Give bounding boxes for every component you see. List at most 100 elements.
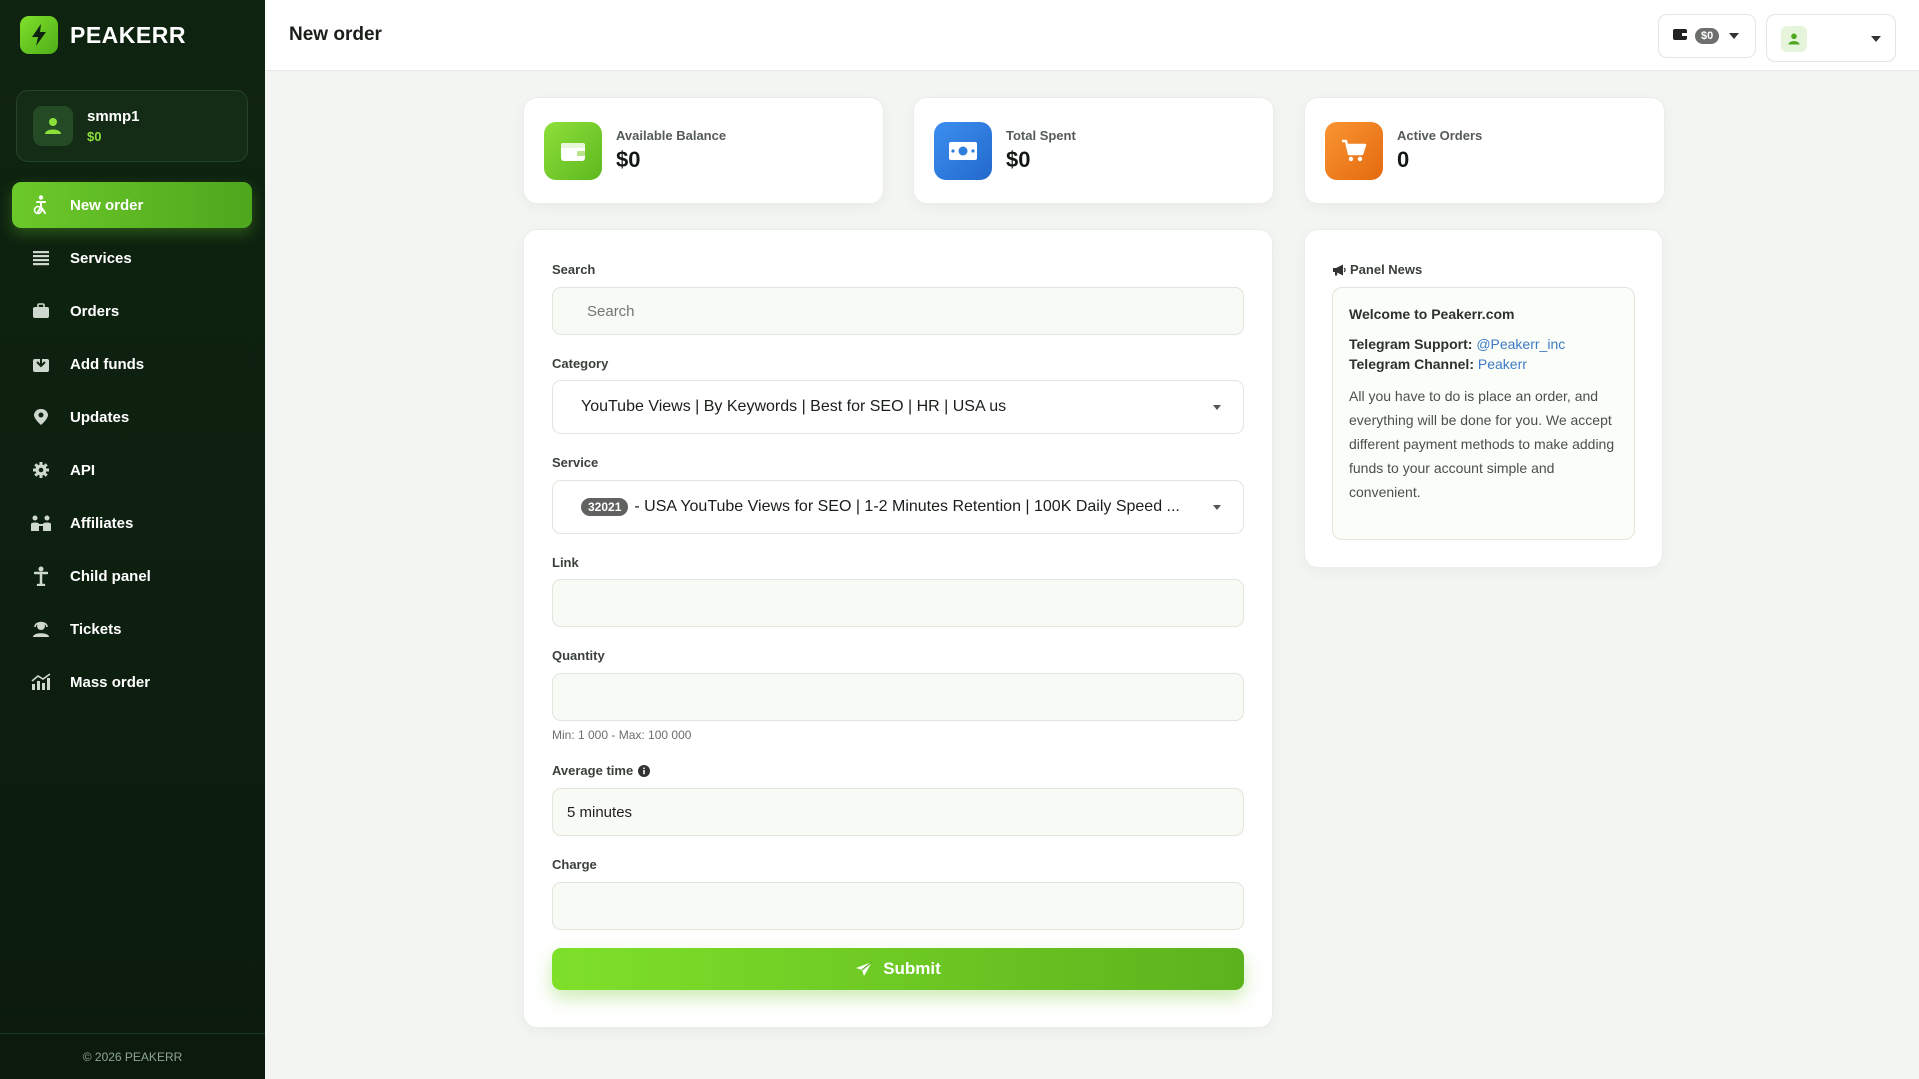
panel-news-title-text: Panel News — [1350, 262, 1423, 277]
telegram-support-line: Telegram Support: @Peakerr_inc — [1349, 336, 1618, 352]
quantity-label: Quantity — [552, 648, 605, 663]
briefcase-icon — [30, 300, 52, 322]
sidebar-item-label: Add funds — [70, 355, 145, 373]
user-balance: $0 — [87, 129, 102, 144]
gear-icon — [30, 459, 52, 481]
stat-value: $0 — [616, 147, 641, 172]
submit-button[interactable]: Submit — [552, 948, 1244, 990]
caret-down-icon — [1729, 33, 1740, 39]
service-select[interactable]: 32021 - USA YouTube Views for SEO | 1-2 M… — [552, 480, 1244, 534]
sidebar-nav: New order Services Orders Add funds Upda… — [12, 182, 252, 712]
chart-icon — [30, 671, 52, 693]
money-download-icon — [30, 353, 52, 375]
location-pin-icon — [30, 406, 52, 428]
service-selected-value: 32021 - USA YouTube Views for SEO | 1-2 M… — [581, 498, 1180, 516]
sidebar-item-orders[interactable]: Orders — [12, 288, 252, 334]
sidebar-item-label: API — [70, 461, 96, 479]
telegram-channel-line: Telegram Channel: Peakerr — [1349, 356, 1618, 372]
submit-label: Submit — [883, 959, 941, 978]
sidebar-item-label: Updates — [70, 408, 130, 426]
sidebar-item-label: Mass order — [70, 673, 151, 691]
sidebar-item-affiliates[interactable]: Affiliates — [12, 500, 252, 546]
news-body: All you have to do is place an order, an… — [1349, 388, 1615, 500]
wallet-icon — [544, 121, 602, 180]
charge-field — [552, 882, 1244, 930]
user-name: smmp1 — [87, 108, 140, 125]
user-card[interactable]: smmp1 $0 — [16, 90, 248, 162]
accessibility-icon — [30, 194, 52, 216]
caret-down-icon — [1871, 36, 1881, 42]
sidebar-item-label: Orders — [70, 302, 120, 320]
shopping-cart-icon — [1325, 121, 1383, 180]
info-icon[interactable] — [638, 764, 651, 777]
telegram-support-label: Telegram Support: — [1349, 336, 1473, 352]
service-id-badge: 32021 — [581, 498, 629, 516]
panel-news-title: Panel News — [1332, 262, 1422, 277]
sidebar-item-label: Services — [70, 249, 132, 267]
list-icon — [30, 247, 52, 269]
lightning-logo-icon — [20, 16, 58, 54]
sidebar-item-label: New order — [70, 196, 144, 214]
sidebar-item-api[interactable]: API — [12, 447, 252, 493]
sidebar-item-new-order[interactable]: New order — [12, 182, 252, 228]
child-icon — [30, 565, 52, 587]
caret-down-icon — [1213, 505, 1221, 510]
search-label: Search — [552, 262, 596, 277]
sidebar-item-child-panel[interactable]: Child panel — [12, 553, 252, 599]
service-label: Service — [552, 455, 599, 470]
news-heading: Welcome to Peakerr.com — [1349, 306, 1515, 322]
category-selected-value: YouTube Views | By Keywords | Best for S… — [581, 398, 1007, 415]
sidebar-item-label: Tickets — [70, 620, 122, 638]
new-order-form: Search Category YouTube Views | By Keywo… — [523, 229, 1273, 1028]
sidebar-footer: © 2026 PEAKERR — [0, 1033, 265, 1079]
service-name: - USA YouTube Views for SEO | 1-2 Minute… — [634, 498, 1180, 515]
stat-label: Available Balance — [616, 128, 727, 143]
top-header: New order $0 — [265, 0, 1919, 71]
sidebar-item-label: Affiliates — [70, 514, 134, 532]
quantity-input[interactable] — [552, 673, 1244, 721]
sidebar-item-label: Child panel — [70, 567, 151, 585]
charge-label: Charge — [552, 857, 597, 872]
category-select[interactable]: YouTube Views | By Keywords | Best for S… — [552, 380, 1244, 434]
megaphone-icon — [1332, 264, 1346, 276]
link-input[interactable] — [552, 579, 1244, 627]
news-item: Welcome to Peakerr.com Telegram Support:… — [1332, 287, 1635, 540]
search-input[interactable] — [552, 287, 1244, 335]
balance-pill: $0 — [1695, 28, 1720, 44]
stat-card-active-orders: Active Orders 0 — [1304, 97, 1665, 204]
caret-down-icon — [1213, 405, 1221, 410]
sidebar-item-mass-order[interactable]: Mass order — [12, 659, 252, 705]
money-bill-icon — [934, 121, 992, 180]
user-icon — [33, 106, 73, 146]
account-dropdown-button[interactable] — [1766, 14, 1896, 62]
stat-value: 0 — [1397, 147, 1410, 172]
stat-value: $0 — [1006, 147, 1031, 172]
stat-card-available-balance: Available Balance $0 — [523, 97, 884, 204]
stat-card-total-spent: Total Spent $0 — [913, 97, 1274, 204]
user-icon — [1781, 26, 1807, 52]
brand[interactable]: PEAKERR — [0, 0, 265, 70]
sidebar-item-updates[interactable]: Updates — [12, 394, 252, 440]
stat-label: Active Orders — [1397, 128, 1483, 143]
sidebar-item-services[interactable]: Services — [12, 235, 252, 281]
sidebar-item-tickets[interactable]: Tickets — [12, 606, 252, 652]
wallet-icon — [1673, 27, 1687, 45]
people-icon — [30, 512, 52, 534]
paper-plane-icon — [855, 961, 873, 977]
average-time-label: Average time — [552, 763, 651, 778]
sidebar: PEAKERR smmp1 $0 New order Services Orde… — [0, 0, 265, 1079]
balance-dropdown-button[interactable]: $0 — [1658, 14, 1756, 58]
telegram-channel-link[interactable]: Peakerr — [1478, 356, 1527, 372]
telegram-channel-label: Telegram Channel: — [1349, 356, 1474, 372]
telegram-support-link[interactable]: @Peakerr_inc — [1476, 336, 1565, 352]
average-time-field — [552, 788, 1244, 836]
sidebar-item-add-funds[interactable]: Add funds — [12, 341, 252, 387]
panel-news-card: Panel News Welcome to Peakerr.com Telegr… — [1304, 229, 1663, 568]
support-agent-icon — [30, 618, 52, 640]
average-time-label-text: Average time — [552, 763, 634, 778]
brand-name: PEAKERR — [70, 21, 186, 48]
link-label: Link — [552, 555, 579, 570]
stat-label: Total Spent — [1006, 128, 1076, 143]
category-label: Category — [552, 356, 609, 371]
page-title: New order — [289, 24, 382, 45]
